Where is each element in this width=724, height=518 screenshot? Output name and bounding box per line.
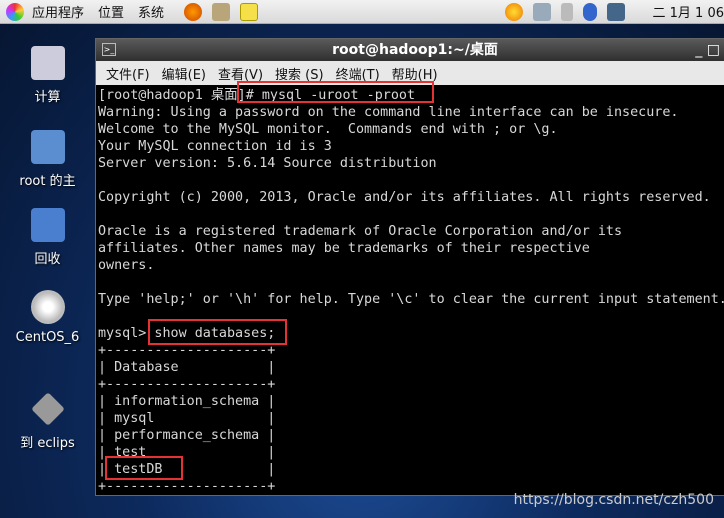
terminal-line: affiliates. Other names may be trademark… (98, 241, 590, 256)
menu-help[interactable]: 帮助(H) (392, 64, 438, 83)
bluetooth-icon[interactable] (582, 2, 597, 21)
home-folder-icon (30, 130, 65, 164)
trash-icon (30, 208, 65, 242)
minimize-button[interactable]: _ □ (695, 39, 720, 61)
title-bar[interactable]: >_ root@hadoop1:~/桌面 _ □ (96, 39, 724, 61)
icon-label: 回收 (34, 252, 61, 267)
apps-logo-icon (6, 2, 24, 21)
terminal-icon: >_ (102, 43, 116, 56)
terminal-output[interactable]: [root@hadoop1 桌面]# mysql -uroot -proot Wa… (96, 85, 724, 495)
terminal-line: owners. (98, 258, 155, 273)
menu-search[interactable]: 搜索 (S) (275, 64, 324, 83)
terminal-line: Warning: Using a password on the command… (98, 105, 679, 120)
network-icon[interactable] (532, 2, 551, 21)
terminal-line: | performance_schema | (98, 428, 276, 443)
terminal-line: Type 'help;' or '\h' for help. Type '\c'… (98, 292, 724, 307)
terminal-line: +--------------------+ (98, 377, 276, 392)
terminal-line: | test | (98, 445, 276, 460)
menu-view[interactable]: 查看(V) (218, 64, 263, 83)
icon-label: root 的主 (19, 174, 76, 189)
firefox-icon[interactable] (184, 2, 203, 21)
terminal-line: Welcome to the MySQL monitor. Commands e… (98, 122, 558, 137)
desktop-icon-computer[interactable]: 计算 (0, 46, 95, 105)
icon-label: 计算 (34, 90, 61, 105)
clock[interactable]: 二 1月 1 06 (653, 2, 724, 21)
disc-icon (30, 290, 65, 324)
terminal-line: Copyright (c) 2000, 2013, Oracle and/or … (98, 190, 711, 205)
terminal-line: Your MySQL connection id is 3 (98, 139, 332, 154)
notes-icon[interactable] (240, 2, 259, 21)
icon-label: 到 eclips (20, 436, 75, 451)
menu-places[interactable]: 位置 (98, 2, 124, 21)
highlight-testdb (105, 456, 183, 480)
menu-applications[interactable]: 应用程序 (32, 2, 84, 21)
terminal-window[interactable]: >_ root@hadoop1:~/桌面 _ □ 文件(F) 编辑(E) 查看(… (95, 38, 724, 496)
icon-label: CentOS_6 (15, 330, 80, 345)
terminal-line: | mysql | (98, 411, 276, 426)
highlight-show-databases (148, 319, 287, 345)
menu-file[interactable]: 文件(F) (106, 64, 150, 83)
menu-terminal[interactable]: 终端(T) (336, 64, 380, 83)
display-icon[interactable] (606, 2, 625, 21)
terminal-line: | testDB | (98, 462, 276, 477)
terminal-line: Oracle is a registered trademark of Orac… (98, 224, 623, 239)
desktop-icon-home[interactable]: root 的主 (0, 130, 95, 189)
terminal-line: Server version: 5.6.14 Source distributi… (98, 156, 437, 171)
computer-icon (30, 46, 65, 80)
highlight-command (237, 81, 434, 103)
volume-icon[interactable] (560, 2, 573, 21)
terminal-line: | Database | (98, 360, 276, 375)
window-title: root@hadoop1:~/桌面 (332, 42, 498, 58)
watermark: https://blog.csdn.net/czh500 (513, 492, 714, 508)
menu-edit[interactable]: 编辑(E) (162, 64, 206, 83)
mail-icon[interactable] (212, 2, 231, 21)
desktop-icon-trash[interactable]: 回收 (0, 208, 95, 267)
terminal-line: | information_schema | (98, 394, 276, 409)
eclipse-icon (30, 392, 65, 426)
menu-system[interactable]: 系统 (138, 2, 164, 21)
desktop-icon-eclipse[interactable]: 到 eclips (0, 392, 95, 451)
top-panel: 应用程序 位置 系统 二 1月 1 06 (0, 0, 724, 24)
update-icon[interactable] (504, 2, 523, 21)
desktop-icon-cdrom[interactable]: CentOS_6 (0, 290, 95, 345)
